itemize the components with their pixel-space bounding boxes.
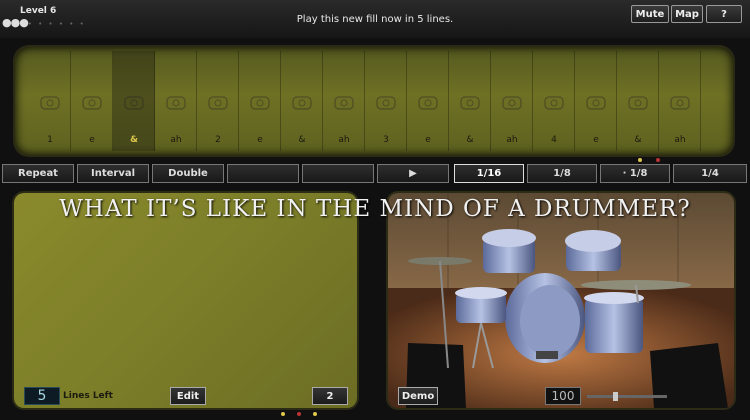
beat-slot[interactable]: & [449,51,491,151]
beat-label: ah [170,135,182,145]
sixteenth-note-button[interactable]: 1/16 [454,164,524,183]
hihat-icon [628,95,648,111]
page-dot [281,412,285,416]
tempo-slider[interactable] [587,392,667,401]
beat-slot[interactable]: & [617,51,659,151]
edit-button[interactable]: Edit [170,387,206,405]
beat-label: ah [338,135,350,145]
drum-kit-illustration [388,193,734,408]
play-button[interactable]: ▶ [377,164,449,183]
tom-icon [166,95,186,111]
empty-button[interactable] [302,164,374,183]
tom-icon [670,95,690,111]
bar-icon [334,95,354,111]
bar-icon [250,95,270,111]
beat-label: ah [506,135,518,145]
demo-button[interactable]: Demo [398,387,438,405]
tempo-display: 100 [545,387,581,405]
dotted-eighth-button[interactable]: · 1/8 [600,164,670,183]
tempo-slider-handle[interactable] [613,392,619,401]
beat-label: 3 [383,135,389,145]
beat-label: 2 [215,135,221,145]
empty-button[interactable] [227,164,299,183]
beat-slot[interactable]: e [575,51,617,151]
beat-slot[interactable]: 2 [197,51,239,151]
lines-left-display: 5 [24,387,60,405]
beat-slot[interactable]: ah [491,51,533,151]
help-button[interactable]: ? [706,5,742,23]
eighth-note-button[interactable]: 1/8 [527,164,597,183]
bar-icon [502,95,522,111]
beat-slot[interactable]: & [113,51,155,151]
mute-button[interactable]: Mute [631,5,669,23]
bar-icon [208,95,228,111]
count-button[interactable]: 2 [312,387,348,405]
beat-label: & [298,135,306,145]
beat-label: ah [674,135,686,145]
lines-left-label: Lines Left [63,391,113,401]
beat-label: e [593,135,599,145]
pedal-icon [292,95,312,111]
video-caption: WHAT IT’S LIKE IN THE MIND OF A DRUMMER? [59,196,691,222]
beat-slot[interactable]: 1 [29,51,71,151]
beat-label: & [466,135,474,145]
bar-icon [418,95,438,111]
notation-panel [14,193,357,408]
interval-button[interactable]: Interval [77,164,149,183]
beat-label: & [634,135,642,145]
beat-slot[interactable]: 4 [533,51,575,151]
beat-slot[interactable]: e [71,51,113,151]
indicator-dot [638,158,642,162]
bar-icon [586,95,606,111]
pedal-icon [376,95,396,111]
snare-pad-icon [82,95,102,111]
bar-icon [460,95,480,111]
quarter-note-button[interactable]: 1/4 [673,164,747,183]
map-button[interactable]: Map [671,5,703,23]
beat-label: & [130,135,138,145]
indicator-dot [656,158,660,162]
top-bar: Level 6 ●●●• • • • • • Play this new fil… [0,0,750,38]
beat-label: e [425,135,431,145]
beat-sequencer: 1 e & ah 2 e & ah 3 e & ah 4 e & ah [15,47,733,155]
beat-label: e [257,135,263,145]
beat-slot[interactable]: e [239,51,281,151]
bar-icon [544,95,564,111]
repeat-button[interactable]: Repeat [2,164,74,183]
beat-slot[interactable]: ah [659,51,701,151]
beat-slot[interactable]: e [407,51,449,151]
tom-icon [40,95,60,111]
beat-slot[interactable]: ah [155,51,197,151]
hihat-icon [124,95,144,111]
beat-label: 4 [551,135,557,145]
beat-label: 1 [47,135,53,145]
double-button[interactable]: Double [152,164,224,183]
beat-slot[interactable]: 3 [365,51,407,151]
beat-label: e [89,135,95,145]
drum-kit-view [388,193,734,408]
page-dot [297,412,301,416]
beat-slot[interactable]: ah [323,51,365,151]
beat-slot[interactable]: & [281,51,323,151]
page-dot [313,412,317,416]
